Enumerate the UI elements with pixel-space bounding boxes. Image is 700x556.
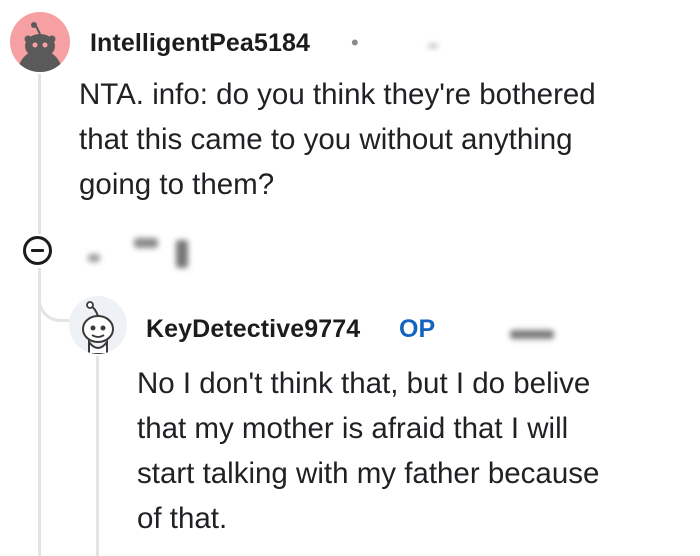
- avatar[interactable]: [69, 296, 127, 354]
- comment-line: start talking with my father because: [137, 457, 600, 490]
- username[interactable]: KeyDetective9774: [146, 315, 360, 344]
- comment-line: that this came to you without anything: [79, 123, 573, 156]
- thread-line: [38, 74, 41, 234]
- thread-line: [96, 356, 99, 556]
- collapse-minus-icon[interactable]: [23, 236, 52, 265]
- comment-line: No I don't think that, but I do belive: [137, 367, 591, 400]
- op-badge: OP: [399, 315, 436, 343]
- comment-line: going to them?: [79, 168, 275, 201]
- comment-line: NTA. info: do you think they're bothered: [79, 78, 596, 111]
- comment-line: of that.: [137, 502, 228, 535]
- separator-dot: •: [351, 30, 359, 55]
- snoo-avatar-icon: [82, 301, 114, 354]
- redacted-action: [88, 254, 100, 262]
- redacted-timestamp: [510, 330, 554, 339]
- comment-body: No I don't think that, but I do belive t…: [137, 361, 599, 541]
- username[interactable]: IntelligentPea5184: [90, 29, 310, 58]
- reply-connector: [38, 280, 72, 322]
- avatar[interactable]: [10, 12, 70, 72]
- comment-body: NTA. info: do you think they're bothered…: [79, 72, 596, 207]
- comment-line: that my mother is afraid that I will: [137, 412, 569, 445]
- snoo-avatar-icon: [18, 22, 62, 72]
- redacted-timestamp: [428, 44, 438, 48]
- redacted-action: [176, 240, 188, 268]
- redacted-action: [134, 238, 158, 248]
